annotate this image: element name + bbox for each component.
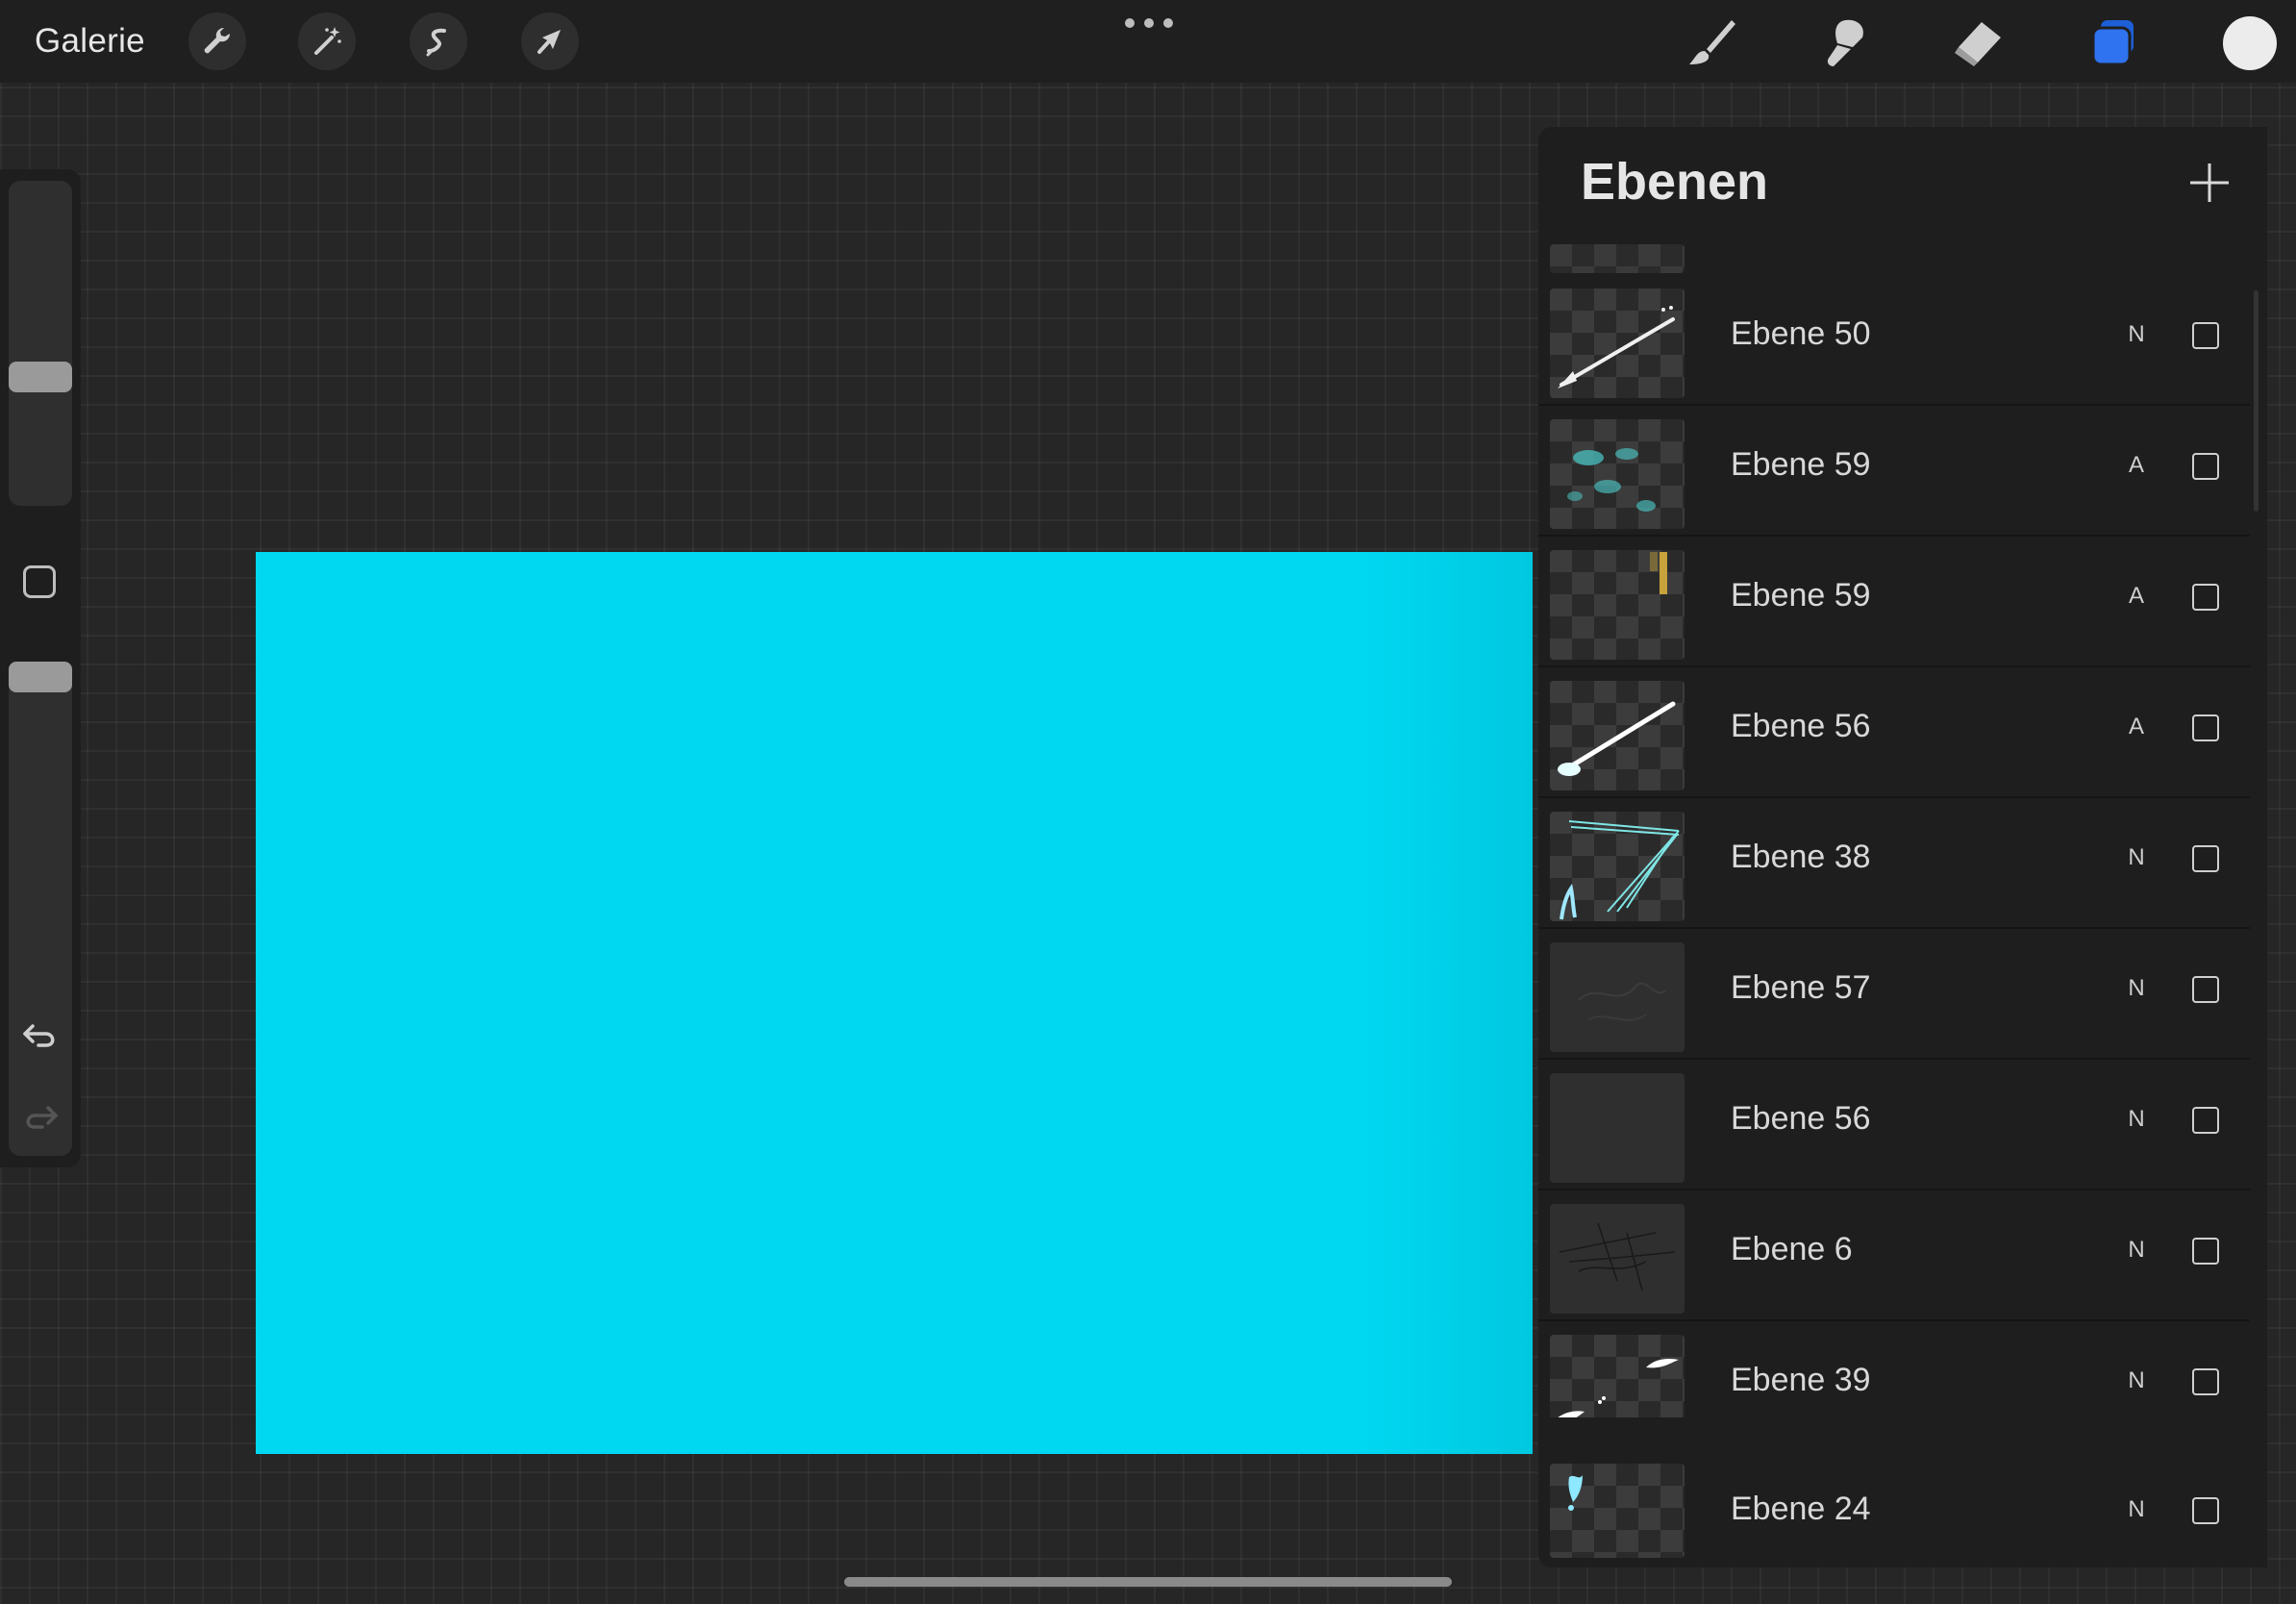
color-picker-button[interactable]	[2223, 16, 2277, 70]
layer-row[interactable]: Ebene 50 N	[1538, 277, 2250, 406]
layer-name: Ebene 59	[1731, 577, 1871, 614]
brush-icon	[1689, 20, 1735, 64]
eraser-tool-button[interactable]	[1948, 13, 2006, 71]
layer-thumbnail[interactable]	[1550, 1204, 1685, 1314]
layer-row[interactable]: Ebene 38 N	[1538, 800, 2250, 929]
dot	[1125, 18, 1135, 28]
visibility-checkbox[interactable]	[2192, 1497, 2219, 1524]
blend-mode[interactable]: N	[2127, 1237, 2146, 1264]
layer-thumbnail[interactable]	[1550, 812, 1685, 921]
top-toolbar: Galerie	[0, 0, 2296, 83]
layer-row[interactable]: Ebene 57 N	[1538, 931, 2250, 1060]
adjustments-button[interactable]	[298, 13, 356, 70]
transform-button[interactable]	[521, 13, 579, 70]
layers-icon	[2091, 20, 2134, 66]
cyan-lines-icon	[1560, 820, 1680, 920]
blend-mode[interactable]: N	[2127, 321, 2146, 348]
visibility-checkbox[interactable]	[2192, 1368, 2219, 1395]
blend-mode[interactable]: A	[2127, 714, 2146, 740]
more-options-icon[interactable]	[1125, 15, 1173, 31]
dot	[1163, 18, 1173, 28]
layer-thumbnail[interactable]	[1550, 550, 1685, 660]
layer-thumbnail[interactable]	[1550, 1073, 1685, 1183]
layers-tool-button[interactable]	[2084, 13, 2142, 71]
layer-list[interactable]: Ebene 50 N Ebene 59 A Ebene 59 A Ebene 5…	[1538, 244, 2267, 1417]
selection-icon	[426, 28, 446, 57]
layer-name: Ebene 24	[1731, 1491, 1871, 1527]
modify-button[interactable]	[23, 565, 56, 598]
layer-thumbnail[interactable]	[1550, 244, 1685, 273]
brush-size-handle[interactable]	[9, 362, 72, 392]
layer-row[interactable]: Ebene 6 N	[1538, 1192, 2250, 1321]
glow-streak-icon	[1558, 701, 1676, 776]
layer-name: Ebene 38	[1731, 839, 1871, 875]
blend-mode[interactable]: N	[2127, 844, 2146, 871]
layer-row[interactable]: Ebene 56 N	[1538, 1062, 2250, 1190]
drawing-canvas[interactable]	[256, 552, 1533, 1454]
selection-button[interactable]	[410, 13, 467, 70]
visibility-checkbox[interactable]	[2192, 714, 2219, 741]
visibility-checkbox[interactable]	[2192, 1107, 2219, 1134]
layer-row[interactable]: Ebene 59 A	[1538, 539, 2250, 667]
line-sketch-icon	[1559, 1222, 1676, 1291]
blend-mode[interactable]: N	[2127, 1106, 2146, 1133]
visibility-checkbox[interactable]	[2192, 584, 2219, 611]
transform-arrow-icon	[537, 30, 561, 54]
undo-icon[interactable]	[19, 1015, 62, 1057]
brush-tool-button[interactable]	[1683, 13, 1740, 71]
layer-row[interactable]: Ebene 39 N	[1538, 1323, 2250, 1417]
cyan-figure-icon	[1568, 1475, 1583, 1511]
add-layer-plus-icon[interactable]	[2183, 156, 2236, 210]
blend-mode[interactable]: A	[2127, 452, 2146, 479]
blend-mode[interactable]: N	[2127, 1496, 2146, 1523]
dot	[1144, 18, 1154, 28]
redo-icon[interactable]	[19, 1096, 62, 1139]
arrow-sketch-icon	[1558, 306, 1675, 388]
layer-row[interactable]: Ebene 56 A	[1538, 669, 2250, 798]
layer-row[interactable]: Ebene 24 N	[1538, 1452, 2250, 1558]
visibility-checkbox[interactable]	[2192, 453, 2219, 480]
panel-title: Ebenen	[1581, 153, 1769, 211]
layer-thumbnail[interactable]	[1550, 288, 1685, 398]
layer-thumbnail[interactable]	[1550, 942, 1685, 1052]
gallery-button[interactable]: Galerie	[35, 17, 145, 65]
layer-name: Ebene 56	[1731, 708, 1871, 744]
layer-thumbnail[interactable]	[1550, 681, 1685, 790]
actions-button[interactable]	[188, 13, 246, 70]
layer-name: Ebene 59	[1731, 446, 1871, 483]
layer-name: Ebene 39	[1731, 1362, 1871, 1398]
visibility-checkbox[interactable]	[2192, 976, 2219, 1003]
blend-mode[interactable]: N	[2127, 1367, 2146, 1394]
wrench-icon	[204, 27, 231, 54]
gold-mark-icon	[1650, 552, 1667, 594]
layer-thumbnail[interactable]	[1550, 1464, 1685, 1558]
layer-row[interactable]: Ebene 59 A	[1538, 408, 2250, 537]
visibility-checkbox[interactable]	[2192, 322, 2219, 349]
smudge-tool-button[interactable]	[1815, 13, 1873, 71]
faint-sketch-icon	[1578, 982, 1666, 1021]
white-wisp-icon	[1558, 1358, 1679, 1417]
blend-mode[interactable]: N	[2127, 975, 2146, 1002]
layer-name: Ebene 6	[1731, 1231, 1853, 1267]
layer-thumbnail[interactable]	[1550, 1335, 1685, 1417]
layer-scrollbar[interactable]	[2254, 290, 2259, 512]
layer-name: Ebene 56	[1731, 1100, 1871, 1137]
layer-name: Ebene 50	[1731, 315, 1871, 352]
magic-wand-icon	[314, 27, 341, 55]
home-indicator[interactable]	[844, 1577, 1452, 1587]
smudge-icon	[1827, 19, 1863, 66]
opacity-slider[interactable]	[9, 669, 72, 1156]
brush-size-slider[interactable]	[9, 181, 72, 506]
visibility-checkbox[interactable]	[2192, 1238, 2219, 1265]
blend-mode[interactable]: A	[2127, 583, 2146, 610]
cyan-splatter-icon	[1567, 448, 1656, 512]
visibility-checkbox[interactable]	[2192, 845, 2219, 872]
eraser-icon	[1955, 22, 2001, 66]
opacity-handle[interactable]	[9, 662, 72, 692]
layer-name: Ebene 57	[1731, 969, 1871, 1006]
layer-thumbnail[interactable]	[1550, 419, 1685, 529]
layers-panel: Ebenen Ebene 50 N Ebene 59 A Ebene 59 A …	[1538, 127, 2267, 1567]
